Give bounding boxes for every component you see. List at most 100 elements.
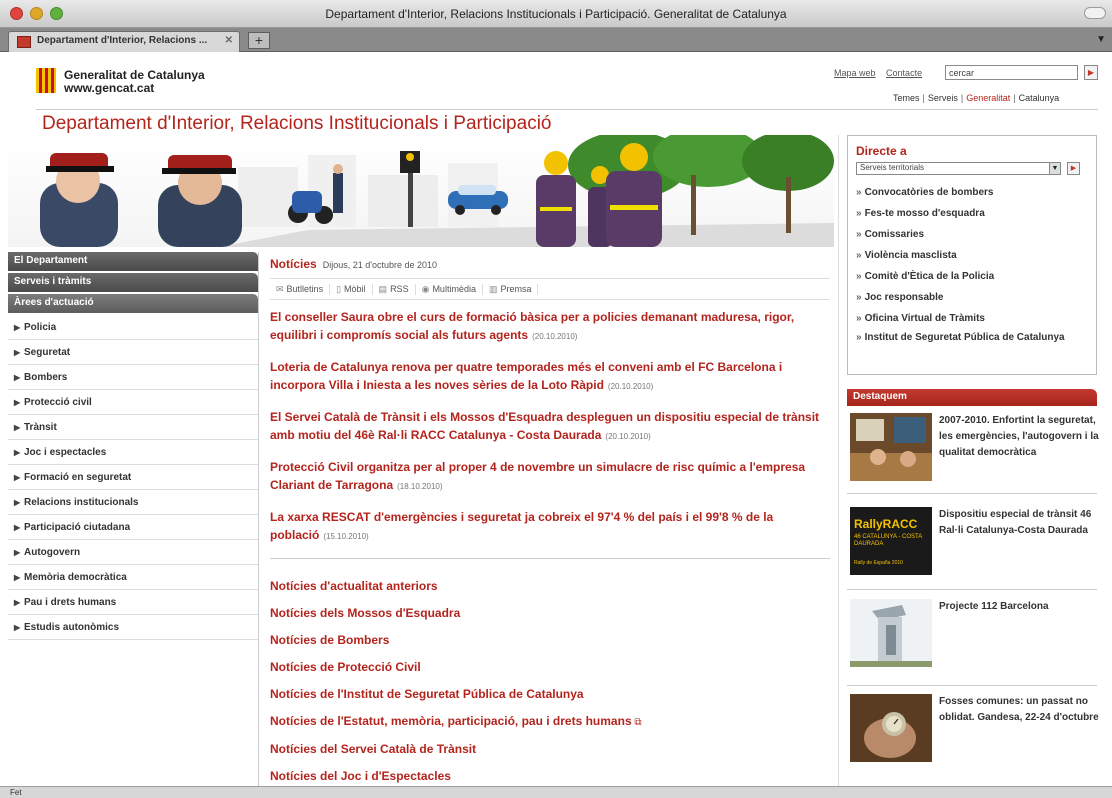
directe-go-button[interactable]: ▶ (1067, 162, 1080, 175)
news-item[interactable]: Loteria de Catalunya renova per quatre t… (270, 358, 830, 396)
favicon-icon (17, 36, 31, 48)
more-news-link[interactable]: Notícies del Servei Català de Trànsit (270, 742, 830, 757)
destaquem-text[interactable]: Projecte 112 Barcelona (939, 599, 1099, 615)
more-news-link[interactable]: Notícies d'actualitat anteriors (270, 579, 830, 594)
directe-link[interactable]: » Joc responsable (856, 287, 1092, 308)
tool-label: Premsa (500, 284, 532, 294)
directe-link[interactable]: » Convocatòries de bombers (856, 182, 1092, 203)
nav-section-departament[interactable]: El Departament (8, 252, 258, 271)
nav-item[interactable]: ▶ Formació en seguretat (8, 465, 258, 490)
banner-illustration (40, 135, 834, 247)
more-news-link[interactable]: Notícies del Joc i d'Espectacles (270, 769, 830, 784)
nav-item[interactable]: ▶ Joc i espectacles (8, 440, 258, 465)
news-headline[interactable]: Loteria de Catalunya renova per quatre t… (270, 360, 782, 392)
watch-hand-photo[interactable] (850, 694, 932, 762)
mobile-icon: ▯ (336, 284, 342, 294)
destaquem-item[interactable]: 2007-2010. Enfortint la seguretat, les e… (847, 413, 1099, 485)
news-item[interactable]: Protecció Civil organitza per al proper … (270, 458, 830, 496)
destaquem-text[interactable]: 2007-2010. Enfortint la seguretat, les e… (939, 413, 1099, 461)
nav-item[interactable]: ▶ Memòria democràtica (8, 565, 258, 590)
more-news-link[interactable]: Notícies dels Mossos d'Esquadra (270, 606, 830, 621)
generalitat-logo-icon[interactable] (36, 68, 56, 93)
web-page: Generalitat de Catalunya www.gencat.cat … (0, 53, 1112, 786)
rally-logo-subtitle: 46 CATALUNYA - COSTA DAURADA (854, 534, 922, 547)
toolbar-toggle-button[interactable] (1084, 7, 1106, 19)
chevron-down-icon[interactable]: ▼ (1049, 163, 1060, 174)
destaquem-text[interactable]: Dispositiu especial de trànsit 46 Ral·li… (939, 507, 1099, 539)
arrow-right-icon: ▶ (14, 398, 21, 407)
directe-link[interactable]: » Fes-te mosso d'esquadra (856, 203, 1092, 224)
rally-logo-title: RallyRACC (854, 517, 918, 531)
more-news-link[interactable]: Notícies de Protecció Civil (270, 660, 830, 675)
logo-url[interactable]: www.gencat.cat (64, 81, 154, 95)
portal-nav-temes[interactable]: Temes (893, 93, 920, 103)
directe-link[interactable]: » Institut de Seguretat Pública de Catalu… (856, 329, 1092, 347)
more-news-link[interactable]: Notícies de Bombers (270, 633, 830, 648)
arrow-right-icon: ▶ (14, 598, 21, 607)
more-news-link[interactable]: Notícies de l'Estatut, memòria, particip… (270, 714, 830, 730)
nav-item[interactable]: ▶ Trànsit (8, 415, 258, 440)
nav-item[interactable]: ▶ Protecció civil (8, 390, 258, 415)
nav-item[interactable]: ▶ Estudis autonòmics (8, 615, 258, 640)
portal-nav-generalitat[interactable]: Generalitat (966, 93, 1010, 103)
news-tools: ✉ Butlletins ▯ Mòbil ▤ RSS ◉ Multimèdia ▥ Premsa (270, 278, 830, 300)
nav-item[interactable]: ▶ Autogovern (8, 540, 258, 565)
tool-premsa[interactable]: ▥ Premsa (483, 284, 539, 295)
news-item[interactable]: El conseller Saura obre el curs de forma… (270, 308, 830, 346)
directe-link[interactable]: » Violència masclista (856, 245, 1092, 266)
portal-nav-serveis[interactable]: Serveis (928, 93, 958, 103)
more-news-label: Notícies de l'Estatut, memòria, particip… (270, 714, 632, 728)
nav-section-serveis[interactable]: Serveis i tràmits (8, 273, 258, 292)
logo-name[interactable]: Generalitat de Catalunya (64, 68, 205, 82)
office-photo[interactable] (850, 413, 932, 481)
more-news-link[interactable]: Notícies de l'Institut de Seguretat Públ… (270, 687, 830, 702)
directe-link[interactable]: » Comitè d'Ètica de la Policia (856, 266, 1092, 287)
tab-overflow-icon[interactable]: ▼ (1096, 34, 1106, 45)
tab-current[interactable]: ✕ Departament d'Interior, Relacions ... (8, 31, 240, 52)
search-submit-button[interactable]: ▶ (1084, 65, 1098, 80)
nav-item-label: Pau i drets humans (24, 597, 117, 608)
destaquem-text[interactable]: Fosses comunes: un passat no oblidat. Ga… (939, 694, 1099, 726)
close-tab-icon[interactable]: ✕ (225, 35, 233, 46)
news-title[interactable]: Notícies (270, 257, 317, 271)
more-news-label: Notícies de Protecció Civil (270, 660, 421, 674)
news-headline[interactable]: Protecció Civil organitza per al proper … (270, 460, 805, 492)
tool-multimedia[interactable]: ◉ Multimèdia (416, 284, 483, 295)
rss-icon: ▤ (378, 284, 388, 294)
news-headline[interactable]: El Servei Català de Trànsit i els Mossos… (270, 410, 819, 442)
contact-link[interactable]: Contacte (886, 68, 922, 78)
directe-link-label: Joc responsable (864, 292, 944, 303)
directe-select[interactable]: Serveis territorials ▼ (856, 162, 1061, 175)
nav-item[interactable]: ▶ Seguretat (8, 340, 258, 365)
nav-section-arees[interactable]: Àrees d'actuació (8, 294, 258, 313)
nav-item[interactable]: ▶ Pau i drets humans (8, 590, 258, 615)
nav-item[interactable]: ▶ Bombers (8, 365, 258, 390)
search-input[interactable] (945, 65, 1078, 80)
new-tab-button[interactable]: + (248, 32, 270, 49)
nav-item[interactable]: ▶ Policia (8, 315, 258, 340)
directe-link-label: Violència masclista (864, 250, 957, 261)
department-title[interactable]: Departament d'Interior, Relacions Instit… (42, 113, 551, 135)
nav-item[interactable]: ▶ Participació ciutadana (8, 515, 258, 540)
destaquem-item[interactable]: Projecte 112 Barcelona (847, 599, 1097, 673)
nav-item[interactable]: ▶ Relacions institucionals (8, 490, 258, 515)
news-column: Notícies Dijous, 21 d'octubre de 2010 ✉ B… (270, 257, 830, 796)
destaquem-item[interactable]: Fosses comunes: un passat no oblidat. Ga… (847, 694, 1099, 762)
destaquem-item[interactable]: RallyRACC 46 CATALUNYA - COSTA DAURADA R… (847, 507, 1097, 579)
news-item-date: (18.10.2010) (397, 482, 443, 491)
rallyracc-logo[interactable]: RallyRACC 46 CATALUNYA - COSTA DAURADA R… (850, 507, 932, 575)
sitemap-link[interactable]: Mapa web (834, 68, 876, 78)
news-item[interactable]: El Servei Català de Trànsit i els Mossos… (270, 408, 830, 446)
tool-butlletins[interactable]: ✉ Butlletins (270, 284, 331, 295)
directe-link[interactable]: » Oficina Virtual de Tràmits (856, 308, 1092, 329)
building-photo[interactable] (850, 599, 932, 667)
tool-mobil[interactable]: ▯ Mòbil (330, 284, 373, 295)
news-item[interactable]: La xarxa RESCAT d'emergències i segureta… (270, 508, 830, 546)
portal-nav-catalunya[interactable]: Catalunya (1019, 93, 1060, 103)
tool-rss[interactable]: ▤ RSS (373, 284, 416, 295)
arrow-right-icon: ▶ (14, 423, 21, 432)
double-chevron-right-icon: » (856, 187, 862, 198)
directe-link[interactable]: » Comissaries (856, 224, 1092, 245)
nav-item-label: Seguretat (24, 347, 71, 358)
multimedia-icon: ◉ (421, 284, 430, 294)
